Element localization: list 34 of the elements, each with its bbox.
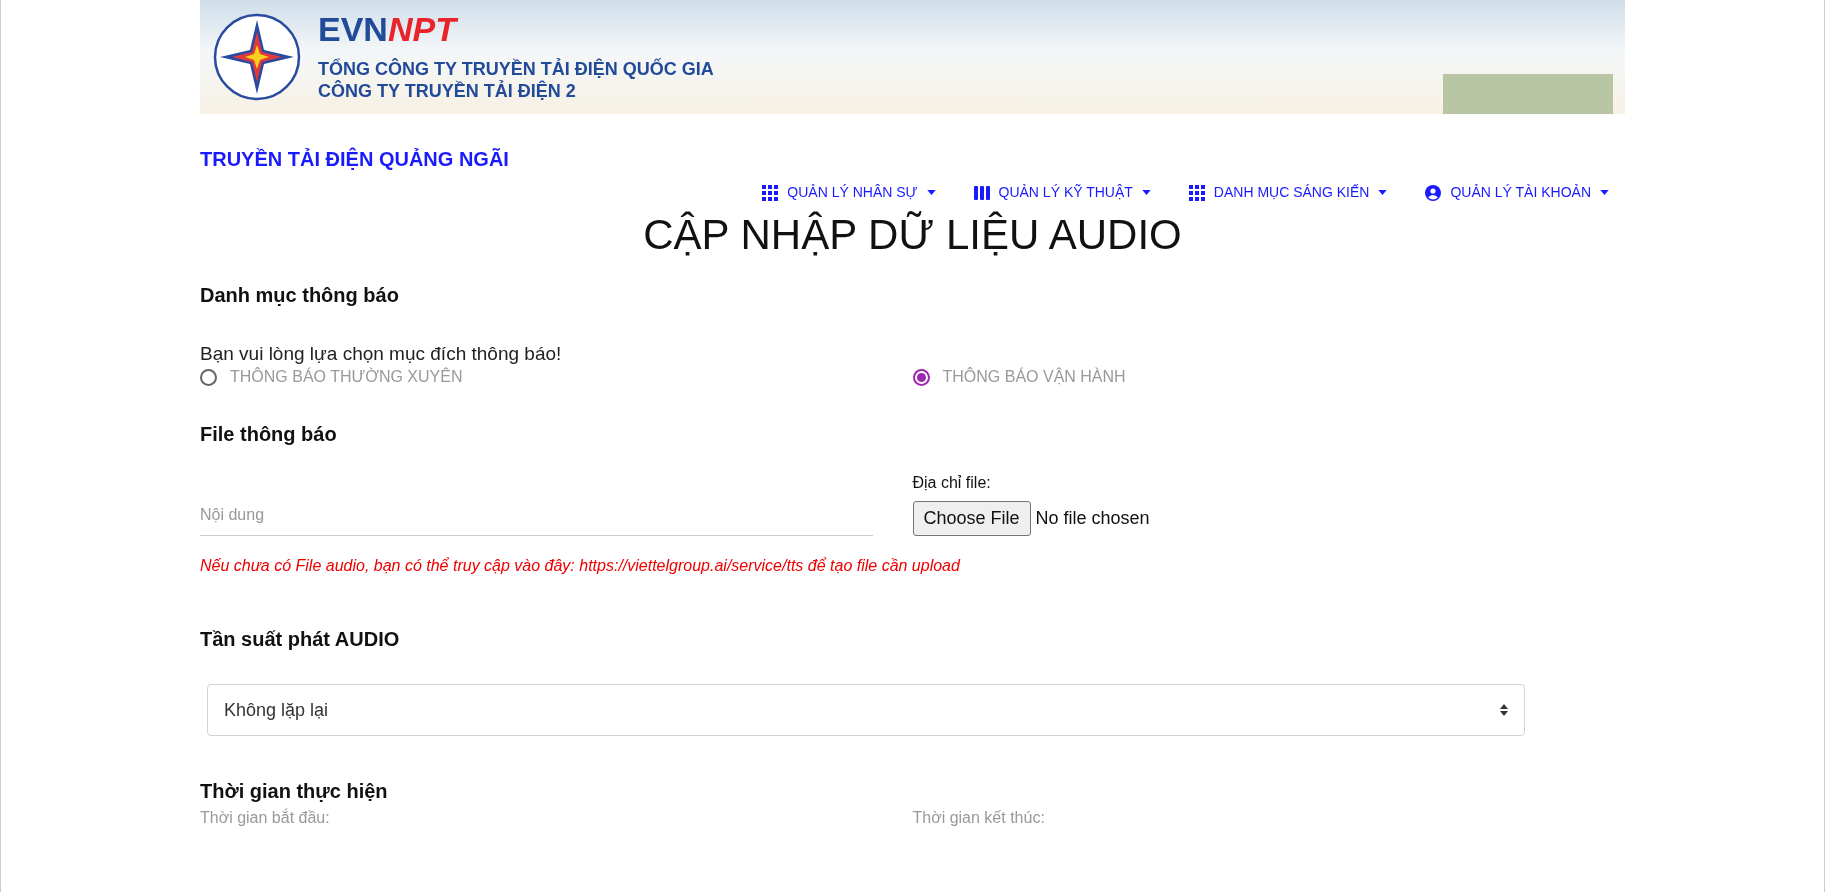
file-status: No file chosen xyxy=(1035,507,1150,531)
instruction-text: Bạn vui lòng lựa chọn mục đích thông báo! xyxy=(200,341,563,366)
choose-file-button[interactable]: Choose File xyxy=(912,501,1031,537)
section-heading: File thông báo xyxy=(200,422,338,448)
content-field[interactable]: Nội dung xyxy=(200,495,873,537)
section-heading: Thời gian thực hiện xyxy=(200,779,389,805)
caret-icon xyxy=(1141,190,1151,195)
company-branch: CÔNG TY TRUYỀN TẢI ĐIỆN 2 xyxy=(318,80,577,103)
user-icon xyxy=(1425,184,1442,201)
sort-icon xyxy=(1500,704,1508,717)
logo-text: EVNNPT xyxy=(318,11,714,46)
nav-menu[interactable]: QUẢN LÝ KỸ THUẬT xyxy=(973,182,1151,203)
caret-icon xyxy=(1600,190,1609,195)
section-heading: Danh mục thông báo xyxy=(200,282,400,308)
radio-button[interactable] xyxy=(200,368,217,386)
end-time-label: Thời gian kết thúc: xyxy=(912,808,1046,829)
file-path-label: Địa chỉ file: xyxy=(912,473,992,494)
site-title[interactable]: TRUYỀN TẢI ĐIỆN QUẢNG NGÃI xyxy=(200,148,509,170)
company-name: TỔNG CÔNG TY TRUYỀN TẢI ĐIỆN QUỐC GIA xyxy=(318,57,714,80)
grid-icon xyxy=(1188,184,1205,201)
nav-menu[interactable]: DANH MỤC SÁNG KIẾN xyxy=(1188,182,1388,203)
page-title: CẬP NHẬP DỮ LIỆU AUDIO xyxy=(643,210,1182,260)
nav-menu[interactable]: QUẢN LÝ TÀI KHOẢN xyxy=(1425,182,1609,203)
start-time-label: Thời gian bắt đầu: xyxy=(200,807,331,829)
columns-icon xyxy=(973,184,990,201)
grid-icon xyxy=(762,184,779,201)
caret-icon xyxy=(1378,190,1388,195)
logo-icon xyxy=(212,12,302,102)
nav-menu[interactable]: QUẢN LÝ NHÂN SỰ xyxy=(762,182,936,203)
section-heading: Tần suất phát AUDIO xyxy=(200,627,401,653)
radio-button[interactable] xyxy=(912,368,930,386)
hint-text: Nếu chưa có File audio, bạn có thể truy cập vào đây: https://viettelgroup.ai/service/tts để tạo file cần upload xyxy=(200,556,962,577)
frequency-select[interactable]: Không lặp lại xyxy=(207,684,1525,737)
caret-icon xyxy=(926,190,936,195)
